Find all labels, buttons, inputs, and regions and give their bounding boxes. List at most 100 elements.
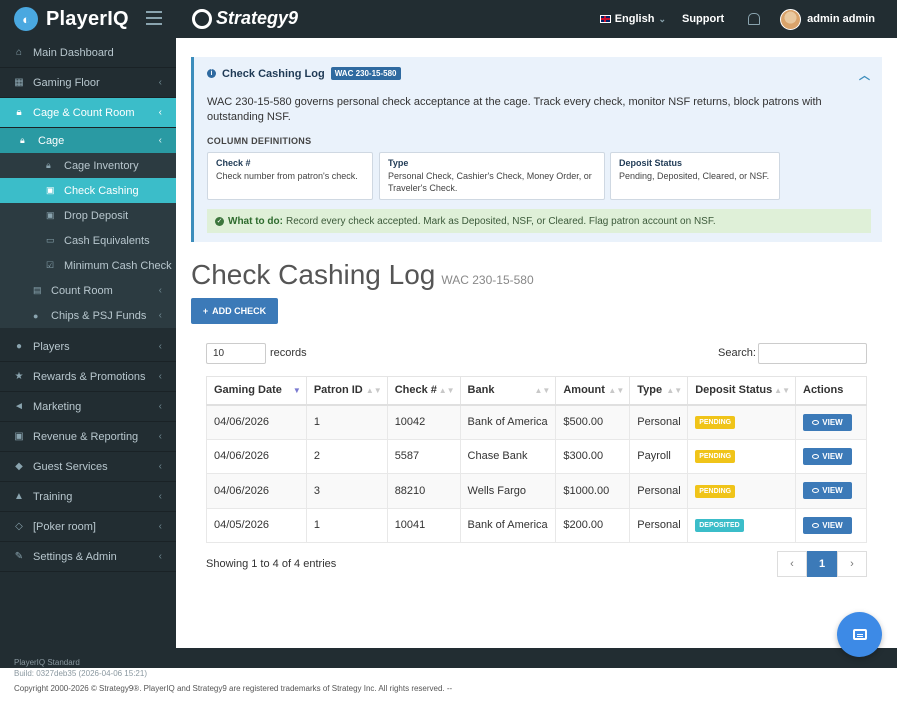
strategy9-name: Strategy9 — [216, 8, 299, 28]
page-title-text: Check Cashing Log — [191, 259, 436, 290]
sidebar-item-cage[interactable]: 🔒︎ Cage ‹ — [0, 128, 176, 153]
pagination-next[interactable]: › — [837, 551, 867, 577]
chevron-left-icon: ‹ — [158, 135, 162, 146]
wac-badge: WAC 230-15-580 — [330, 67, 401, 80]
sidebar-item-count-room[interactable]: ▤ Count Room ‹ — [0, 278, 176, 303]
sidebar-item-chips-psj-funds[interactable]: ● Chips & PSJ Funds ‹ — [0, 303, 176, 328]
status-badge: PENDING — [695, 484, 736, 498]
definition-term: Deposit Status — [619, 158, 683, 168]
sidebar: ⌂ Main Dashboard ▦ Gaming Floor ‹ 🔒︎ Cag… — [0, 38, 176, 648]
search-input[interactable] — [758, 343, 867, 364]
chevron-left-icon: ‹ — [158, 551, 162, 562]
status-badge: PENDING — [695, 416, 736, 429]
definition-term: Check # — [216, 158, 251, 168]
view-button[interactable]: VIEW — [803, 482, 852, 500]
page-length-select[interactable] — [206, 343, 266, 364]
diamond-icon: ◇ — [15, 521, 23, 532]
view-button[interactable]: VIEW — [803, 447, 852, 465]
cell-check-number: 10041 — [386, 507, 461, 543]
column-header-type[interactable]: Type ▲▼ — [629, 376, 689, 406]
sidebar-item-settings[interactable]: ✎ Settings & Admin ‹ — [0, 542, 176, 572]
sidebar-item-guest-services[interactable]: ◆ Guest Services ‹ — [0, 452, 176, 482]
user-menu[interactable]: admin admin — [780, 8, 875, 30]
sidebar-item-minimum-cash-check[interactable]: ☑ Minimum Cash Check — [0, 253, 176, 278]
support-link[interactable]: Support — [682, 13, 724, 25]
column-header-gaming-date[interactable]: Gaming Date ▼ — [206, 376, 307, 406]
chevron-left-icon: ‹ — [158, 461, 162, 472]
chevron-down-icon: ⌄ — [658, 13, 666, 24]
sidebar-item-players[interactable]: ● Players ‹ — [0, 332, 176, 362]
sidebar-item-label: Cage & Count Room — [33, 106, 135, 119]
search-label: Search: — [718, 347, 756, 359]
cell-type: Payroll — [629, 438, 689, 474]
sidebar-item-cage-inventory[interactable]: 🔒︎ Cage Inventory — [0, 153, 176, 178]
column-header-bank[interactable]: Bank ▲▼ — [459, 376, 557, 406]
notifications-bell-icon[interactable] — [746, 12, 761, 26]
sort-icon: ▲▼ — [534, 386, 551, 395]
cell-deposit-status: PENDING — [687, 473, 796, 509]
view-button[interactable]: VIEW — [803, 413, 852, 431]
column-header-label: Bank — [467, 384, 495, 397]
view-button[interactable]: VIEW — [803, 516, 852, 534]
sidebar-item-revenue[interactable]: ▣ Revenue & Reporting ‹ — [0, 422, 176, 452]
cell-check-number: 10042 — [386, 404, 461, 440]
sidebar-item-marketing[interactable]: ◄ Marketing ‹ — [0, 392, 176, 422]
cell-actions: VIEW — [795, 507, 867, 543]
menu-toggle-icon[interactable] — [146, 11, 162, 25]
table-row: 04/06/2026 3 88210 Wells Fargo $1000.00 … — [206, 473, 867, 509]
chevron-up-icon[interactable]: ︿ — [859, 67, 870, 83]
cell-patron-id: 1 — [305, 507, 388, 543]
what-to-do-callout: ✓ What to do: Record every check accepte… — [207, 209, 871, 233]
records-label: records — [270, 347, 307, 359]
sidebar-item-cash-equivalents[interactable]: ▭ Cash Equivalents — [0, 228, 176, 253]
column-header-label: Check # — [394, 384, 437, 397]
column-header-patron-id[interactable]: Patron ID ▲▼ — [305, 376, 388, 406]
language-label: English — [614, 13, 655, 25]
sidebar-item-training[interactable]: ▲ Training ‹ — [0, 482, 176, 512]
table-row: 04/06/2026 1 10042 Bank of America $500.… — [206, 404, 867, 440]
chevron-left-icon: ‹ — [158, 341, 162, 352]
sidebar-item-label: Chips & PSJ Funds — [51, 309, 147, 322]
sidebar-item-rewards[interactable]: ★ Rewards & Promotions ‹ — [0, 362, 176, 392]
credit-card-icon: ▭ — [46, 235, 55, 245]
column-header-amount[interactable]: Amount ▲▼ — [555, 376, 631, 406]
info-icon: i — [207, 69, 216, 78]
sort-icon: ▲▼ — [608, 386, 625, 395]
chevron-left-icon: ‹ — [158, 310, 162, 321]
sidebar-item-label: Cage Inventory — [64, 159, 139, 172]
chevron-left-icon: ‹ — [158, 431, 162, 442]
build-label: Build: 0327deb35 (2026-04-06 15:21) — [14, 669, 147, 678]
user-icon: ● — [15, 341, 23, 352]
sidebar-item-check-cashing[interactable]: ▣ Check Cashing — [0, 178, 176, 203]
column-header-check-number[interactable]: Check # ▲▼ — [386, 376, 461, 406]
info-panel-header[interactable]: i Check Cashing Log WAC 230-15-580 — [207, 67, 401, 80]
cell-deposit-status: DEPOSITED — [687, 507, 796, 543]
money-icon: ▣ — [46, 185, 55, 195]
cell-type: Personal — [629, 507, 689, 543]
chat-button[interactable] — [837, 612, 882, 657]
eye-icon — [812, 419, 820, 425]
add-check-button[interactable]: + ADD CHECK — [191, 298, 278, 324]
sidebar-item-label: Marketing — [33, 400, 82, 413]
definition-card: Check # Check number from patron's check… — [207, 152, 373, 200]
column-header-actions: Actions — [795, 376, 867, 406]
eye-icon — [812, 488, 820, 494]
sort-icon: ▲▼ — [438, 386, 455, 395]
column-header-label: Type — [637, 384, 663, 397]
star-icon: ★ — [14, 371, 24, 382]
sidebar-item-drop-deposit[interactable]: ▣ Drop Deposit — [0, 203, 176, 228]
column-header-deposit-status[interactable]: Deposit Status ▲▼ — [687, 376, 796, 406]
chevron-left-icon: ‹ — [158, 521, 162, 532]
cell-bank: Chase Bank — [459, 438, 557, 474]
pagination-prev[interactable]: ‹ — [777, 551, 807, 577]
definition-desc: Personal Check, Cashier's Check, Money O… — [388, 171, 592, 193]
sidebar-item-main-dashboard[interactable]: ⌂ Main Dashboard — [0, 38, 176, 68]
cell-deposit-status: PENDING — [687, 404, 796, 440]
column-header-label: Deposit Status — [695, 384, 773, 397]
pagination-page-1[interactable]: 1 — [807, 551, 837, 577]
sidebar-item-label: Revenue & Reporting — [33, 430, 139, 443]
sidebar-item-poker-room[interactable]: ◇ [Poker room] ‹ — [0, 512, 176, 542]
sidebar-item-cage-count-room[interactable]: 🔒︎ Cage & Count Room ‹ — [0, 98, 176, 128]
sidebar-item-gaming-floor[interactable]: ▦ Gaming Floor ‹ — [0, 68, 176, 98]
language-dropdown[interactable]: English ⌄ — [599, 13, 666, 25]
